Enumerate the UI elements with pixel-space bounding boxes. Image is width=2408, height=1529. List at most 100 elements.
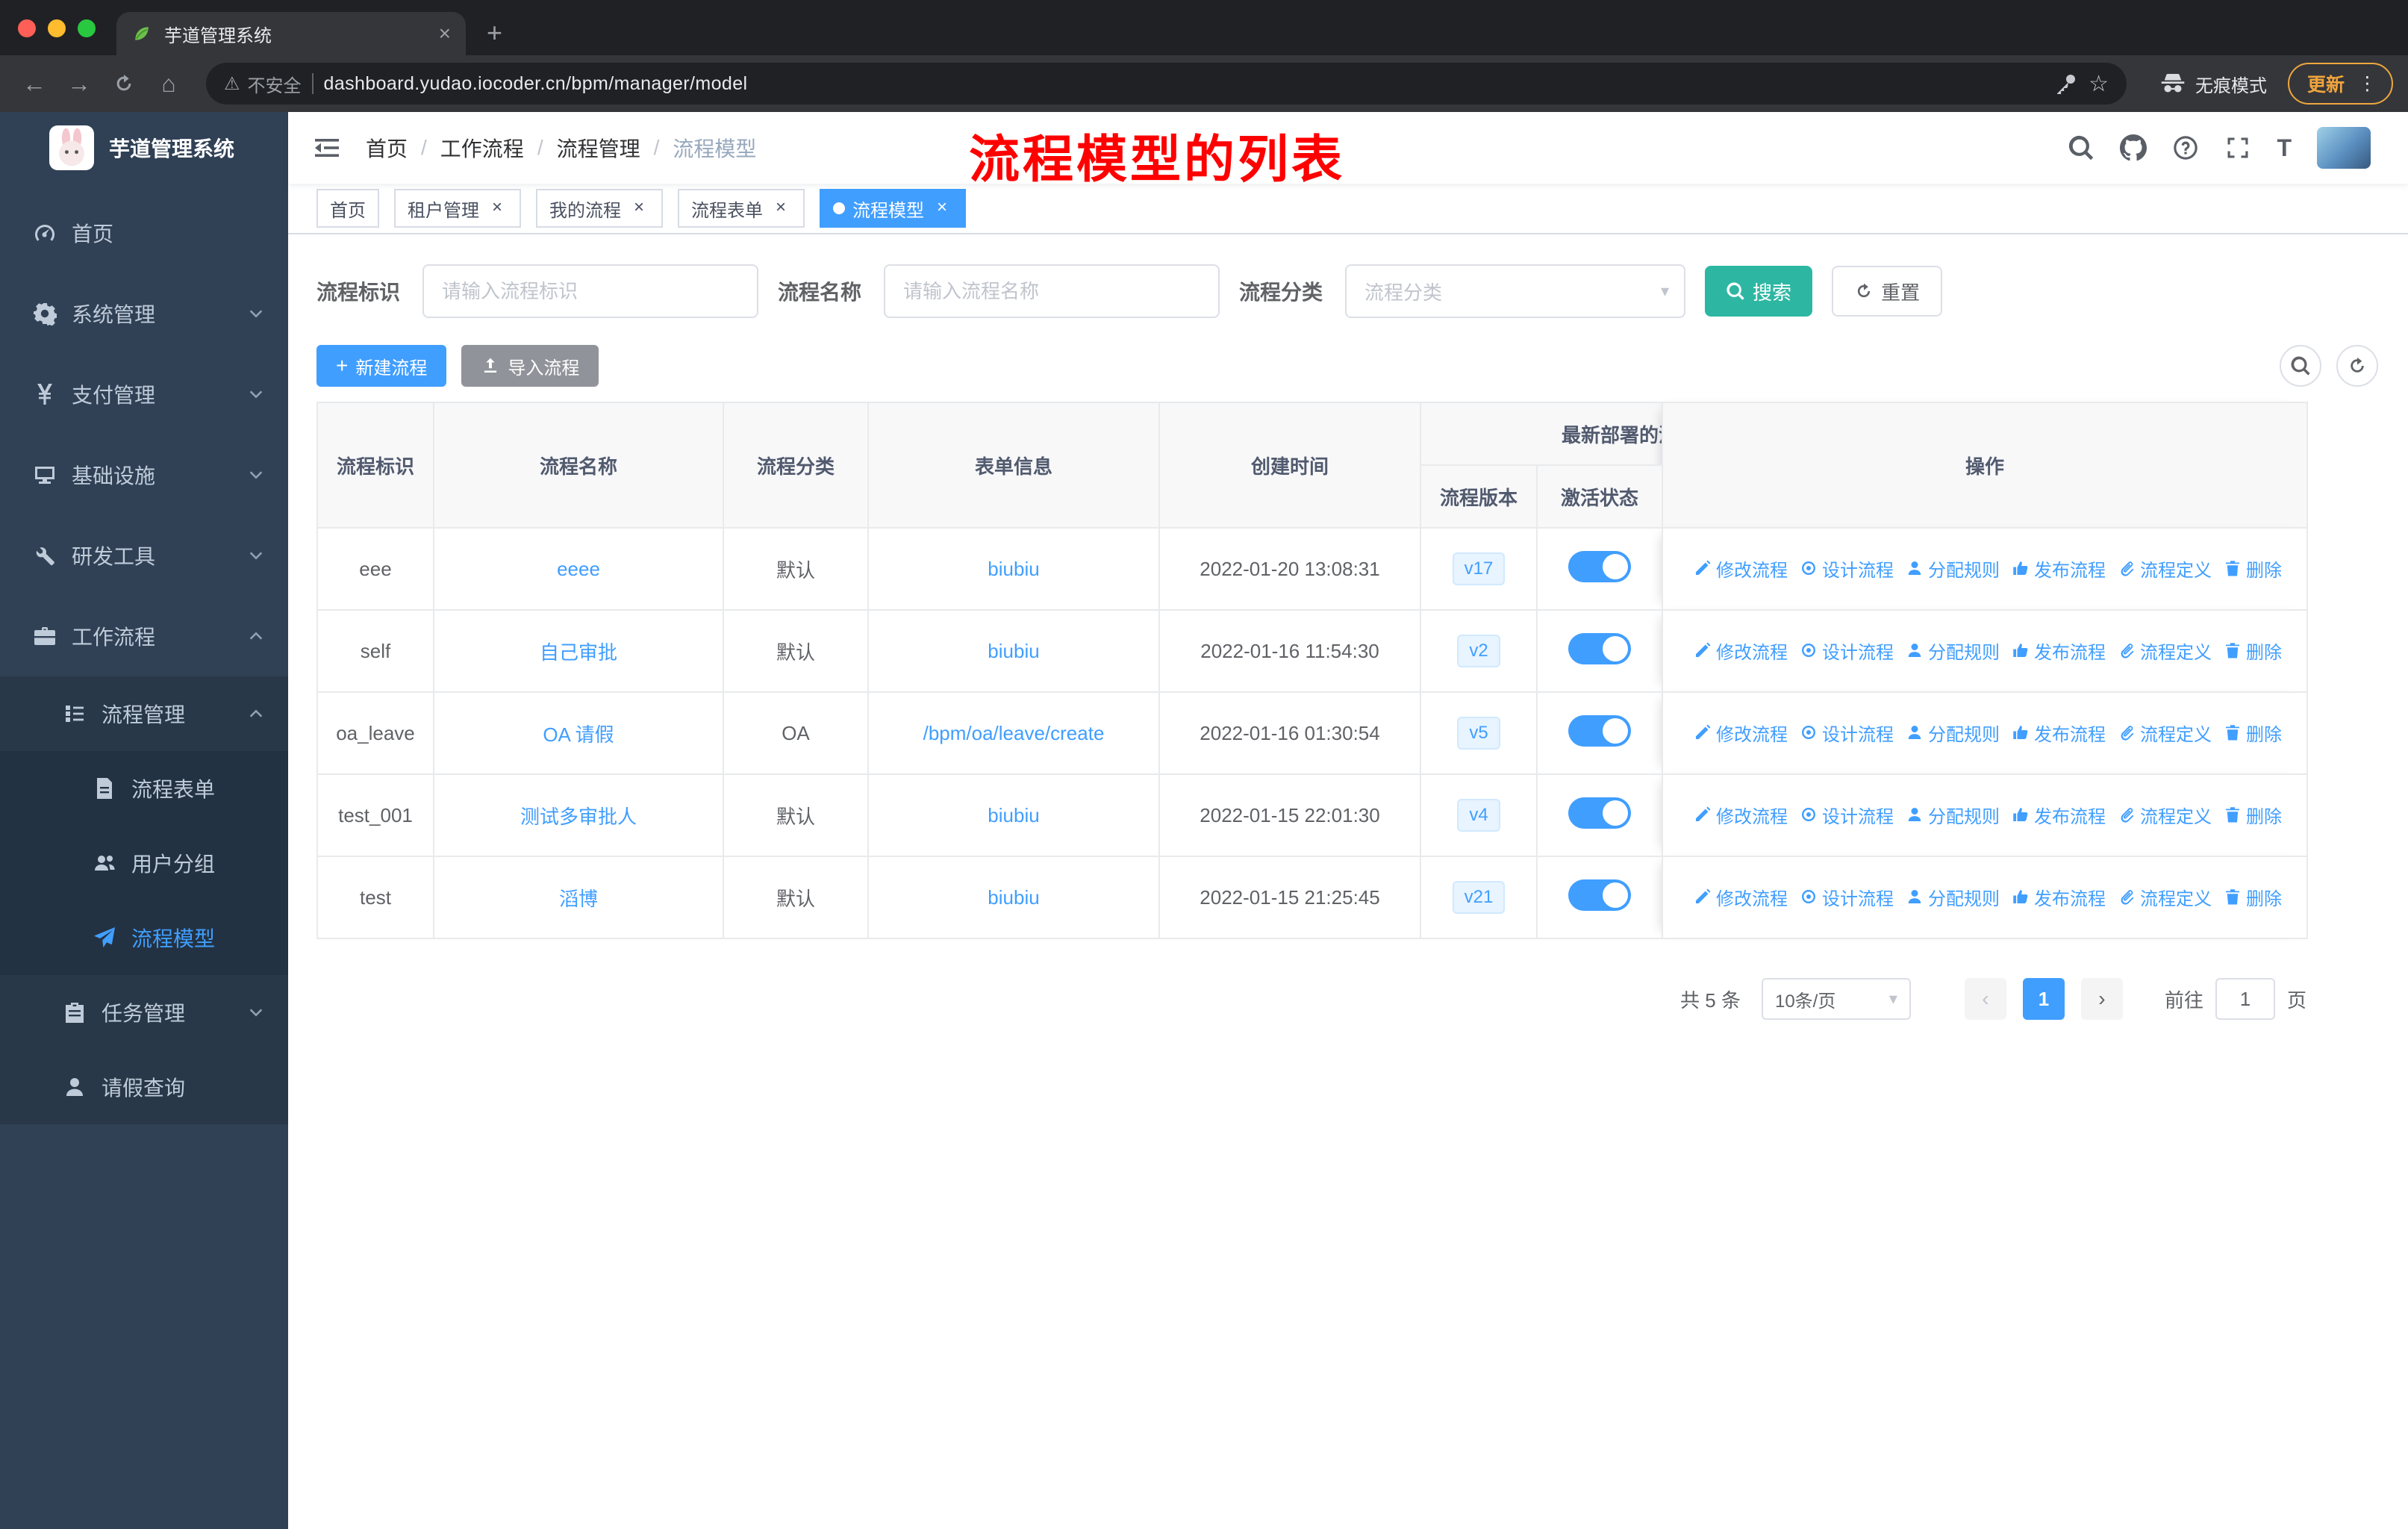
menu-dots-icon[interactable]: ⋮	[2358, 72, 2377, 95]
sidebar-item-system[interactable]: 系统管理	[0, 273, 288, 354]
breadcrumb-item[interactable]: 工作流程	[440, 133, 524, 163]
row-action-publish[interactable]: 发布流程	[2012, 884, 2106, 910]
prev-page-button[interactable]: ‹	[1964, 978, 2006, 1020]
create-flow-button[interactable]: + 新建流程	[316, 345, 447, 387]
status-toggle[interactable]	[1568, 714, 1631, 747]
status-toggle[interactable]	[1568, 879, 1631, 911]
tag-close-icon[interactable]: ×	[932, 198, 952, 219]
help-icon[interactable]	[2172, 134, 2199, 161]
row-action-definition[interactable]: 流程定义	[2118, 638, 2212, 664]
address-bar[interactable]: ⚠ 不安全 dashboard.yudao.iocoder.cn/bpm/man…	[206, 63, 2127, 105]
new-tab-button[interactable]: +	[487, 13, 502, 52]
model-name-link[interactable]: 滔博	[559, 888, 598, 910]
row-action-delete[interactable]: 删除	[2224, 638, 2282, 664]
status-toggle[interactable]	[1568, 550, 1631, 582]
tag-close-icon[interactable]: ×	[770, 198, 791, 219]
reload-icon[interactable]	[105, 64, 143, 103]
row-action-definition[interactable]: 流程定义	[2118, 720, 2212, 746]
search-icon[interactable]	[2068, 134, 2094, 161]
row-action-modify[interactable]: 修改流程	[1694, 884, 1788, 910]
sidebar-item-infrastructure[interactable]: 基础设施	[0, 435, 288, 515]
sidebar-item-workflow[interactable]: 工作流程	[0, 596, 288, 676]
row-action-assign[interactable]: 分配规则	[1906, 884, 2000, 910]
tag-home[interactable]: 首页	[316, 189, 379, 228]
form-info-link[interactable]: biubiu	[988, 558, 1039, 580]
row-action-assign[interactable]: 分配规则	[1906, 638, 2000, 664]
font-size-icon[interactable]: T	[2277, 134, 2292, 162]
row-action-delete[interactable]: 删除	[2224, 720, 2282, 746]
form-info-link[interactable]: biubiu	[988, 640, 1039, 662]
window-minimize-button[interactable]	[48, 19, 66, 37]
back-icon[interactable]: ←	[15, 64, 54, 103]
row-action-design[interactable]: 设计流程	[1800, 638, 1894, 664]
import-flow-button[interactable]: 导入流程	[461, 345, 599, 387]
breadcrumb-item[interactable]: 首页	[366, 133, 408, 163]
status-toggle[interactable]	[1568, 632, 1631, 664]
sidebar-item-devtools[interactable]: 研发工具	[0, 515, 288, 596]
tag-close-icon[interactable]: ×	[628, 198, 649, 219]
sidebar-item-flow-form[interactable]: 流程表单	[0, 751, 288, 826]
sidebar-item-home[interactable]: 首页	[0, 193, 288, 273]
tag-flow-model[interactable]: 流程模型 ×	[820, 189, 966, 228]
row-action-publish[interactable]: 发布流程	[2012, 720, 2106, 746]
form-info-link[interactable]: biubiu	[988, 886, 1039, 909]
github-icon[interactable]	[2120, 134, 2147, 161]
row-action-design[interactable]: 设计流程	[1800, 802, 1894, 828]
browser-update-button[interactable]: 更新 ⋮	[2287, 63, 2393, 105]
row-action-design[interactable]: 设计流程	[1800, 555, 1894, 582]
model-name-link[interactable]: eeee	[557, 558, 600, 580]
row-action-modify[interactable]: 修改流程	[1694, 555, 1788, 582]
fullscreen-icon[interactable]	[2224, 134, 2251, 161]
security-status[interactable]: ⚠ 不安全	[224, 71, 302, 97]
row-action-assign[interactable]: 分配规则	[1906, 802, 2000, 828]
sidebar-item-flow-manage[interactable]: 流程管理	[0, 676, 288, 751]
sidebar-toggle-icon[interactable]	[312, 133, 342, 163]
current-page[interactable]: 1	[2022, 978, 2065, 1020]
goto-page-input[interactable]	[2215, 978, 2275, 1020]
flow-key-input[interactable]	[422, 264, 759, 318]
row-action-design[interactable]: 设计流程	[1800, 720, 1894, 746]
row-action-definition[interactable]: 流程定义	[2118, 802, 2212, 828]
row-action-publish[interactable]: 发布流程	[2012, 555, 2106, 582]
row-action-assign[interactable]: 分配规则	[1906, 555, 2000, 582]
breadcrumb-item[interactable]: 流程管理	[557, 133, 640, 163]
form-info-link[interactable]: /bpm/oa/leave/create	[923, 722, 1105, 744]
search-button[interactable]: 搜索	[1705, 266, 1813, 317]
sidebar-item-user-group[interactable]: 用户分组	[0, 826, 288, 900]
row-action-modify[interactable]: 修改流程	[1694, 720, 1788, 746]
row-action-definition[interactable]: 流程定义	[2118, 555, 2212, 582]
bookmark-star-icon[interactable]: ☆	[2089, 71, 2109, 97]
user-avatar[interactable]	[2317, 127, 2371, 169]
window-close-button[interactable]	[18, 19, 36, 37]
row-action-delete[interactable]: 删除	[2224, 802, 2282, 828]
tag-my-flow[interactable]: 我的流程 ×	[536, 189, 663, 228]
category-select[interactable]: 流程分类 ▾	[1345, 264, 1686, 318]
form-info-link[interactable]: biubiu	[988, 804, 1039, 826]
row-action-delete[interactable]: 删除	[2224, 884, 2282, 910]
refresh-table-button[interactable]	[2336, 345, 2378, 387]
model-name-link[interactable]: 自己审批	[540, 641, 617, 664]
sidebar-item-task-manage[interactable]: 任务管理	[0, 975, 288, 1050]
sidebar-item-leave-query[interactable]: 请假查询	[0, 1050, 288, 1124]
sidebar-item-payment[interactable]: 支付管理	[0, 354, 288, 435]
row-action-definition[interactable]: 流程定义	[2118, 884, 2212, 910]
password-key-icon[interactable]	[2054, 72, 2078, 96]
row-action-modify[interactable]: 修改流程	[1694, 638, 1788, 664]
tag-tenant[interactable]: 租户管理 ×	[394, 189, 521, 228]
reset-button[interactable]: 重置	[1832, 266, 1943, 317]
model-name-link[interactable]: OA 请假	[543, 723, 614, 746]
tag-flow-form[interactable]: 流程表单 ×	[678, 189, 805, 228]
tab-close-icon[interactable]: ×	[439, 22, 451, 46]
flow-name-input[interactable]	[884, 264, 1220, 318]
row-action-design[interactable]: 设计流程	[1800, 884, 1894, 910]
window-zoom-button[interactable]	[78, 19, 96, 37]
home-icon[interactable]: ⌂	[149, 64, 188, 103]
row-action-modify[interactable]: 修改流程	[1694, 802, 1788, 828]
forward-icon[interactable]: →	[60, 64, 99, 103]
row-action-assign[interactable]: 分配规则	[1906, 720, 2000, 746]
status-toggle[interactable]	[1568, 797, 1631, 829]
toggle-search-button[interactable]	[2280, 345, 2321, 387]
sidebar-item-flow-model[interactable]: 流程模型	[0, 900, 288, 975]
model-name-link[interactable]: 测试多审批人	[520, 806, 637, 828]
row-action-publish[interactable]: 发布流程	[2012, 638, 2106, 664]
